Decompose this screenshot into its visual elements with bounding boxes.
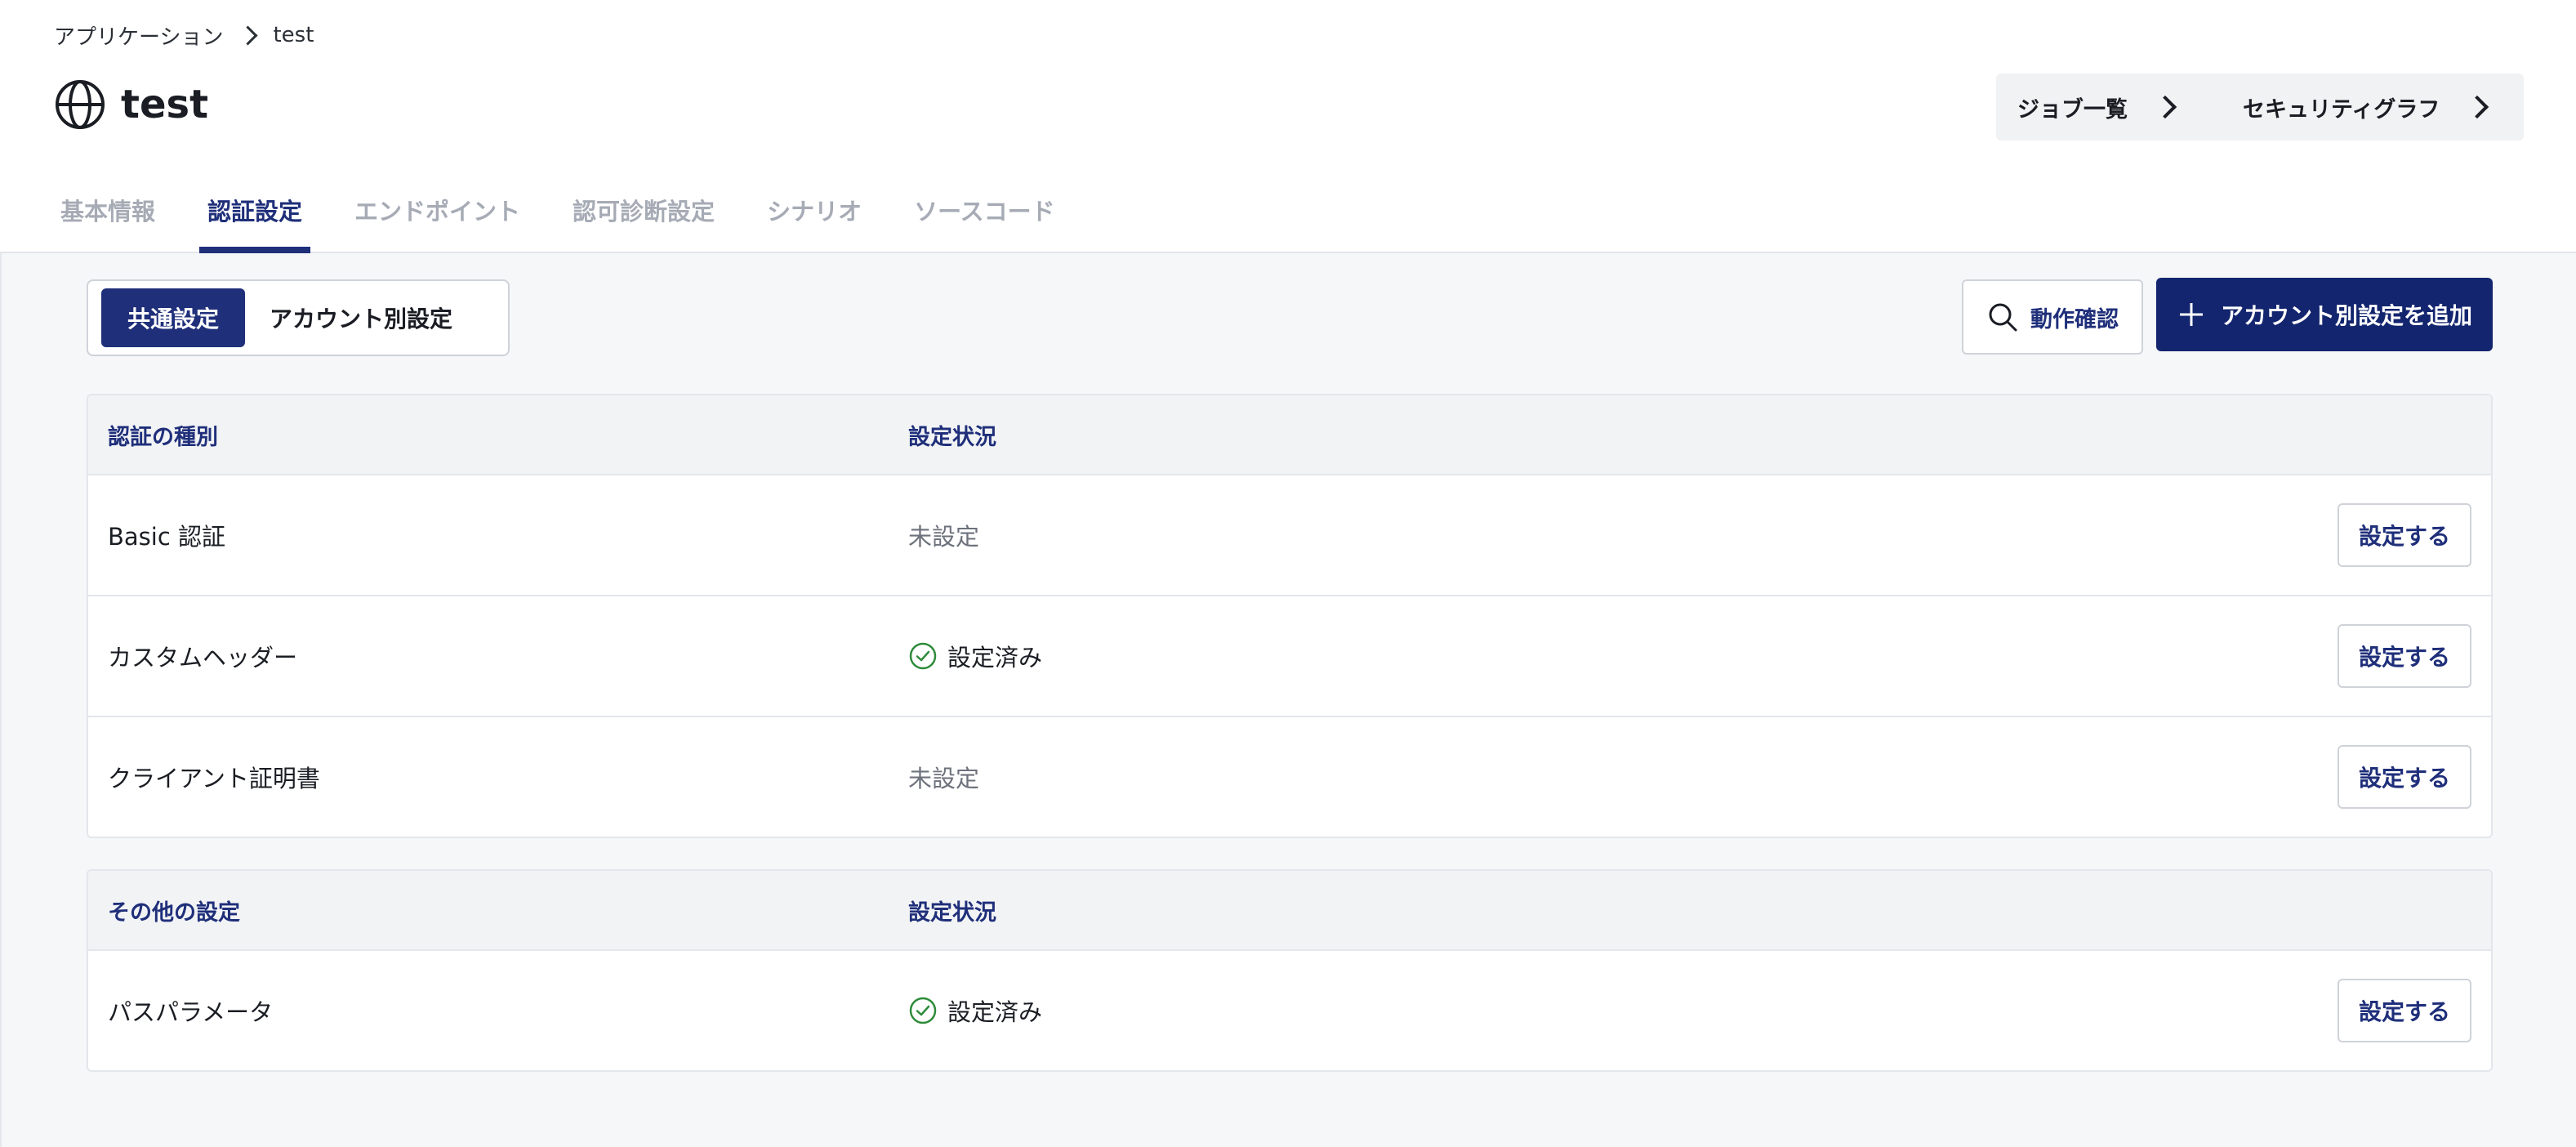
check-circle-icon [909, 997, 937, 1024]
title-row: test [54, 78, 208, 131]
chevron-right-icon [238, 25, 259, 46]
breadcrumb-current: test [273, 23, 314, 47]
job-list-button[interactable]: ジョブ一覧 [1996, 74, 2254, 141]
table-row: カスタムヘッダー 設定済み 設定する [88, 596, 2491, 717]
column-header-type: その他の設定 [108, 899, 240, 926]
tab-label: 認可診断設定 [573, 198, 715, 225]
setting-name: パスパラメータ [108, 998, 274, 1026]
verify-button[interactable]: 動作確認 [1962, 279, 2143, 355]
configure-button[interactable]: 設定する [2338, 979, 2471, 1042]
table-row: パスパラメータ 設定済み 設定する [88, 951, 2491, 1070]
tab-bar: 基本情報 認証設定 エンドポイント 認可診断設定 シナリオ ソースコード [52, 168, 1099, 253]
status-text: 未設定 [908, 765, 980, 792]
tab-label: ソースコード [914, 198, 1055, 225]
status-text: 設定済み [947, 998, 1043, 1026]
common-settings-button[interactable]: 共通設定 [101, 288, 245, 347]
status-configured: 設定済み [908, 639, 1042, 673]
configure-button[interactable]: 設定する [2338, 503, 2471, 567]
tab-endpoints[interactable]: エンドポイント [346, 168, 528, 252]
status-text: 設定済み [947, 644, 1043, 672]
tab-label: シナリオ [767, 198, 862, 225]
tab-auth-settings[interactable]: 認証設定 [199, 168, 311, 253]
page-title: test [121, 82, 209, 127]
security-graph-button[interactable]: セキュリティグラフ [2222, 74, 2524, 141]
add-account-settings-label: アカウント別設定を追加 [2220, 302, 2472, 329]
other-settings-table: その他の設定 設定状況 パスパラメータ 設定済み 設定する [87, 869, 2493, 1072]
settings-scope-toggle: 共通設定 アカウント別設定 [87, 279, 510, 356]
table-header: 認証の種別 設定状況 [88, 395, 2491, 475]
tab-authz-settings[interactable]: 認可診断設定 [564, 168, 723, 252]
check-circle-icon [909, 642, 937, 670]
tab-source-code[interactable]: ソースコード [906, 168, 1063, 252]
security-graph-label: セキュリティグラフ [2243, 96, 2440, 123]
breadcrumb-root[interactable]: アプリケーション [54, 20, 223, 51]
tab-label: 基本情報 [60, 198, 156, 225]
search-icon [1989, 303, 2017, 332]
globe-icon [56, 80, 105, 129]
table-header: その他の設定 設定状況 [88, 871, 2491, 951]
column-header-status: 設定状況 [908, 424, 996, 450]
configure-button[interactable]: 設定する [2338, 624, 2471, 688]
column-header-type: 認証の種別 [108, 424, 218, 450]
per-account-settings-button[interactable]: アカウント別設定 [270, 288, 452, 347]
page-header: アプリケーション test test ジョブ一覧 セキュリティグラフ 基本情報 … [0, 0, 2576, 253]
job-list-label: ジョブ一覧 [2017, 96, 2128, 123]
table-row: クライアント証明書 未設定 設定する [88, 717, 2491, 837]
tab-label: 認証設定 [207, 198, 303, 225]
status-configured: 設定済み [908, 993, 1042, 1028]
auth-type-table: 認証の種別 設定状況 Basic 認証 未設定 設定する カスタムヘッダー 設定… [87, 394, 2493, 838]
tab-label: エンドポイント [354, 198, 521, 225]
chevron-right-icon [2466, 95, 2489, 119]
breadcrumb: アプリケーション test [54, 20, 314, 51]
plus-icon [2179, 303, 2203, 326]
auth-type-name: カスタムヘッダー [108, 644, 298, 672]
auth-type-name: Basic 認証 [108, 523, 225, 551]
configure-button[interactable]: 設定する [2338, 745, 2471, 809]
auth-type-name: クライアント証明書 [108, 765, 320, 792]
status-text: 未設定 [908, 523, 980, 551]
main-content: 共通設定 アカウント別設定 動作確認 アカウント別設定を追加 認証の種別 設定状… [0, 253, 2576, 1147]
verify-label: 動作確認 [2030, 306, 2119, 332]
chevron-right-icon [2153, 95, 2177, 119]
tab-scenario[interactable]: シナリオ [759, 168, 870, 252]
column-header-status: 設定状況 [908, 899, 996, 926]
table-row: Basic 認証 未設定 設定する [88, 475, 2491, 596]
tab-basic-info[interactable]: 基本情報 [52, 168, 163, 252]
add-account-settings-button[interactable]: アカウント別設定を追加 [2156, 278, 2493, 351]
